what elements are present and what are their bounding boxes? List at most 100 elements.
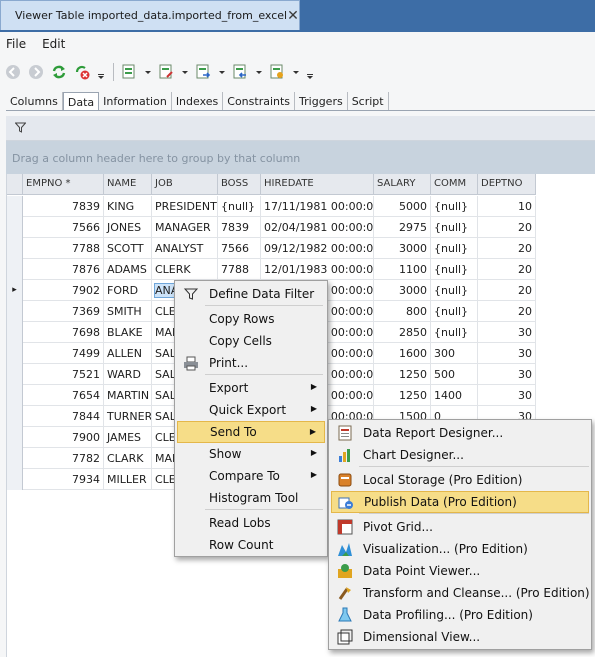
menu-item-compare-to[interactable]: Compare To ▶: [177, 465, 325, 487]
table-cell[interactable]: 2850: [374, 322, 431, 343]
data-import-icon[interactable]: [232, 64, 248, 80]
tab-triggers[interactable]: Triggers: [295, 92, 348, 111]
row-indicator[interactable]: [7, 217, 23, 238]
table-cell[interactable]: 1600: [374, 343, 431, 364]
filter-icon[interactable]: [15, 122, 26, 133]
table-cell[interactable]: 5000: [374, 196, 431, 217]
column-header[interactable]: DEPTNO: [478, 174, 536, 195]
row-indicator[interactable]: [7, 427, 23, 448]
table-row[interactable]: 7566 JONES MANAGER 7839 02/04/1981 00:00:00 2…: [7, 217, 536, 238]
row-indicator[interactable]: [7, 469, 23, 490]
table-cell[interactable]: ADAMS: [104, 259, 152, 280]
table-cell[interactable]: KING: [104, 196, 152, 217]
row-indicator[interactable]: [7, 343, 23, 364]
table-cell[interactable]: 7566: [218, 238, 261, 259]
column-header[interactable]: NAME: [104, 174, 152, 195]
table-cell[interactable]: 7839: [23, 196, 104, 217]
table-cell[interactable]: 09/12/1982 00:00:00: [261, 238, 374, 259]
table-cell[interactable]: 7499: [23, 343, 104, 364]
table-cell[interactable]: 7788: [23, 238, 104, 259]
menu-item-row-count[interactable]: Row Count: [177, 534, 325, 556]
table-cell[interactable]: 30: [478, 322, 536, 343]
table-cell[interactable]: 7902: [23, 280, 104, 301]
table-cell[interactable]: 500: [431, 364, 478, 385]
table-cell[interactable]: 7566: [23, 217, 104, 238]
chevron-down-icon[interactable]: [218, 64, 226, 80]
menu-item-read-lobs[interactable]: Read Lobs: [177, 512, 325, 534]
table-cell[interactable]: 1100: [374, 259, 431, 280]
menu-item-send-to[interactable]: Send To ▶: [177, 421, 325, 443]
table-cell[interactable]: 7844: [23, 406, 104, 427]
send-to-item[interactable]: Local Storage (Pro Edition): [331, 469, 589, 491]
table-cell[interactable]: CLARK: [104, 448, 152, 469]
table-cell[interactable]: {null}: [218, 196, 261, 217]
menu-item-export[interactable]: Export ▶: [177, 377, 325, 399]
table-cell[interactable]: 20: [478, 238, 536, 259]
column-header[interactable]: SALARY: [374, 174, 431, 195]
table-cell[interactable]: {null}: [431, 196, 478, 217]
table-cell[interactable]: {null}: [431, 217, 478, 238]
send-to-item[interactable]: Chart Designer...: [331, 444, 589, 466]
table-cell[interactable]: WARD: [104, 364, 152, 385]
table-cell[interactable]: 12/01/1983 00:00:00: [261, 259, 374, 280]
table-cell[interactable]: 10: [478, 196, 536, 217]
send-to-item[interactable]: Data Profiling... (Pro Edition): [331, 604, 589, 626]
chevron-down-icon[interactable]: [97, 64, 105, 80]
document-tab[interactable]: Viewer Table imported_data.imported_from…: [0, 0, 300, 30]
chevron-down-icon[interactable]: [255, 64, 263, 80]
chevron-down-icon[interactable]: [144, 64, 152, 80]
row-indicator[interactable]: [7, 364, 23, 385]
data-add-icon[interactable]: [121, 64, 137, 80]
table-cell[interactable]: BLAKE: [104, 322, 152, 343]
menu-item-copy-cells[interactable]: Copy Cells: [177, 330, 325, 352]
back-icon[interactable]: [5, 64, 21, 80]
data-edit-icon[interactable]: [158, 64, 174, 80]
send-to-item[interactable]: Publish Data (Pro Edition): [331, 491, 589, 513]
menu-item-define-data-filter[interactable]: Define Data Filter: [177, 283, 325, 305]
chevron-down-icon[interactable]: [292, 64, 300, 80]
table-row[interactable]: 7839 KING PRESIDENT {null} 17/11/1981 00:00:…: [7, 196, 536, 217]
table-cell[interactable]: 3000: [374, 280, 431, 301]
menu-item-quick-export[interactable]: Quick Export ▶: [177, 399, 325, 421]
row-indicator[interactable]: [7, 406, 23, 427]
table-row[interactable]: 7876 ADAMS CLERK 7788 12/01/1983 00:00:00 110…: [7, 259, 536, 280]
row-indicator[interactable]: [7, 259, 23, 280]
table-cell[interactable]: 300: [431, 343, 478, 364]
table-cell[interactable]: {null}: [431, 238, 478, 259]
send-to-item[interactable]: Transform and Cleanse... (Pro Edition): [331, 582, 590, 604]
send-to-item[interactable]: Data Report Designer...: [331, 422, 589, 444]
send-to-item[interactable]: Data Point Viewer...: [331, 560, 589, 582]
row-indicator[interactable]: [7, 238, 23, 259]
tab-constraints[interactable]: Constraints: [223, 92, 296, 111]
menu-edit[interactable]: Edit: [42, 37, 65, 51]
table-cell[interactable]: TURNER: [104, 406, 152, 427]
send-to-item[interactable]: Dimensional View...: [331, 626, 589, 648]
column-header[interactable]: BOSS: [218, 174, 261, 195]
table-cell[interactable]: MANAGER: [152, 217, 218, 238]
row-indicator[interactable]: [7, 448, 23, 469]
table-cell[interactable]: 7654: [23, 385, 104, 406]
forward-icon[interactable]: [28, 64, 44, 80]
tab-columns[interactable]: Columns: [6, 92, 63, 111]
table-cell[interactable]: 20: [478, 301, 536, 322]
menu-item-copy-rows[interactable]: Copy Rows: [177, 308, 325, 330]
table-cell[interactable]: 1250: [374, 385, 431, 406]
table-cell[interactable]: {null}: [431, 259, 478, 280]
tab-data[interactable]: Data: [62, 92, 100, 111]
table-cell[interactable]: JONES: [104, 217, 152, 238]
table-cell[interactable]: 7369: [23, 301, 104, 322]
table-cell[interactable]: {null}: [431, 301, 478, 322]
table-cell[interactable]: CLERK: [152, 259, 218, 280]
table-cell[interactable]: 7876: [23, 259, 104, 280]
table-cell[interactable]: 7900: [23, 427, 104, 448]
table-cell[interactable]: SCOTT: [104, 238, 152, 259]
row-indicator[interactable]: [7, 322, 23, 343]
column-header[interactable]: HIREDATE: [261, 174, 374, 195]
table-cell[interactable]: 02/04/1981 00:00:00: [261, 217, 374, 238]
table-cell[interactable]: 7788: [218, 259, 261, 280]
tab-information[interactable]: Information: [99, 92, 172, 111]
row-indicator[interactable]: [7, 301, 23, 322]
group-by-panel[interactable]: Drag a column header here to group by th…: [6, 141, 595, 174]
data-export-icon[interactable]: [195, 64, 211, 80]
table-cell[interactable]: 7698: [23, 322, 104, 343]
